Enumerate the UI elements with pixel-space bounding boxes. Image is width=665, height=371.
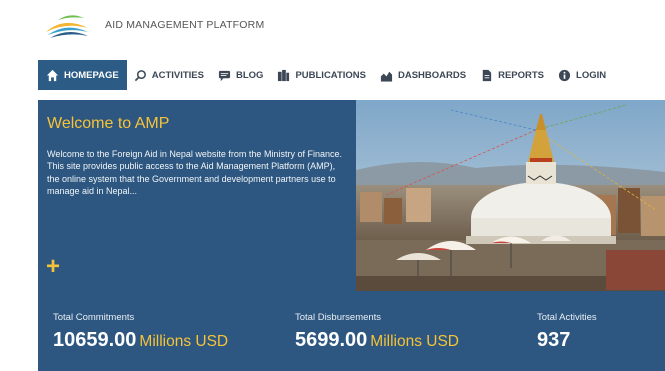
brand-name: AID MANAGEMENT PLATFORM xyxy=(105,19,265,31)
hero-section: Welcome to AMP Welcome to the Foreign Ai… xyxy=(38,100,665,291)
stat-value: 937 xyxy=(537,329,570,352)
nav-item-label: LOGIN xyxy=(576,69,607,81)
documents-icon xyxy=(277,69,290,82)
welcome-title: Welcome to AMP xyxy=(47,115,170,132)
stat-unit: Millions USD xyxy=(370,333,460,350)
nav-item-label: ACTIVITIES xyxy=(151,69,204,81)
nav-item-label: REPORTS xyxy=(498,69,545,81)
stat-value: 10659.00 Millions USD xyxy=(53,329,228,352)
search-icon xyxy=(134,69,147,82)
stat-unit: Millions USD xyxy=(139,333,229,350)
expand-plus-button[interactable]: + xyxy=(46,255,60,279)
stat-value: 5699.00 Millions USD xyxy=(295,329,459,352)
nav-item-homepage[interactable]: HOMEPAGE xyxy=(38,60,127,90)
chat-icon xyxy=(218,69,231,82)
nav-item-login[interactable]: LOGIN xyxy=(551,60,613,90)
nav-item-blog[interactable]: BLOG xyxy=(211,60,270,90)
info-icon xyxy=(558,69,571,82)
stupa-photo xyxy=(356,100,665,291)
stat-number: 10659.00 xyxy=(53,329,137,351)
welcome-text: Welcome to the Foreign Aid in Nepal webs… xyxy=(47,149,342,197)
nav-item-reports[interactable]: REPORTS xyxy=(473,60,551,90)
nav-item-label: PUBLICATIONS xyxy=(295,69,366,81)
header: AID MANAGEMENT PLATFORM HOMEPAGE ACTIVIT… xyxy=(0,0,665,100)
nav-item-dashboards[interactable]: DASHBOARDS xyxy=(373,60,473,90)
nav-item-activities[interactable]: ACTIVITIES xyxy=(127,60,211,90)
stat-label: Total Disbursements xyxy=(295,312,382,323)
nav-item-label: BLOG xyxy=(235,69,264,81)
stat-number: 937 xyxy=(537,329,571,351)
stat-label: Total Activities xyxy=(537,312,597,323)
nav-item-label: DASHBOARDS xyxy=(397,69,467,81)
main-nav: HOMEPAGE ACTIVITIES BLOG PUBLICATIONS DA… xyxy=(38,60,613,90)
stat-label: Total Commitments xyxy=(53,312,135,323)
amp-logo-icon[interactable] xyxy=(44,10,90,40)
stupa-image xyxy=(356,100,665,291)
chart-icon xyxy=(380,69,393,82)
welcome-panel: Welcome to AMP Welcome to the Foreign Ai… xyxy=(38,100,356,291)
stats-bar: Total Commitments 10659.00 Millions USD T… xyxy=(38,291,665,371)
report-icon xyxy=(480,69,493,82)
stat-number: 5699.00 xyxy=(295,329,368,351)
home-icon xyxy=(46,69,59,82)
nav-item-label: HOMEPAGE xyxy=(64,69,119,81)
nav-item-publications[interactable]: PUBLICATIONS xyxy=(270,60,373,90)
